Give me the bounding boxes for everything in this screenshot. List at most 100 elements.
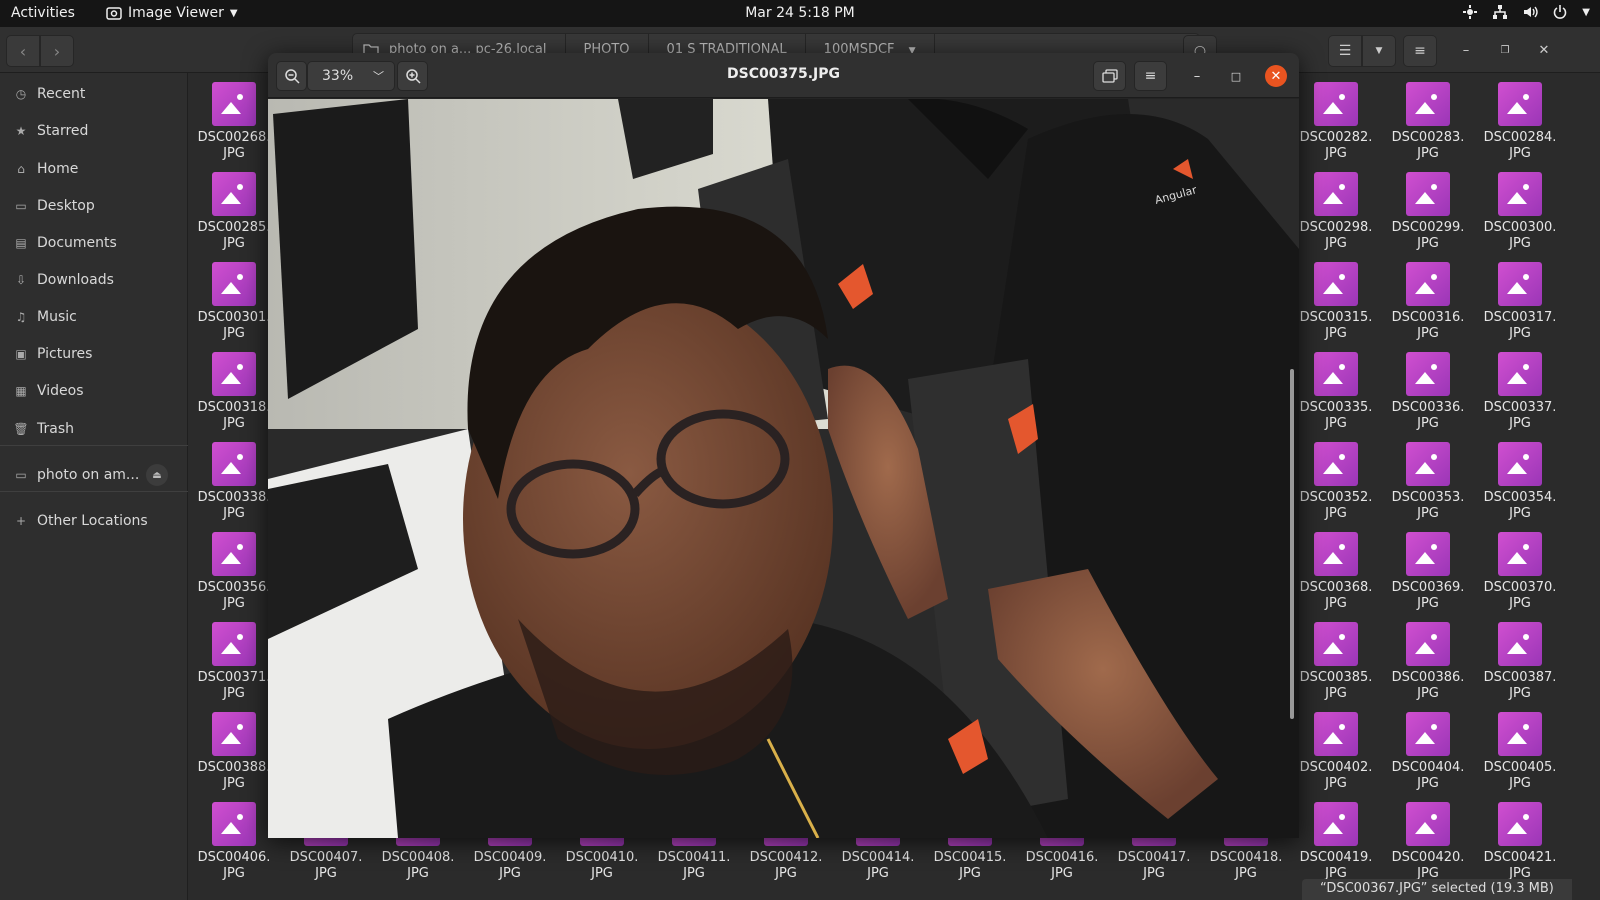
file-item[interactable]: DSC00388. JPG [188, 712, 280, 792]
file-extension: JPG [1509, 146, 1531, 161]
file-item[interactable]: DSC00298. JPG [1290, 172, 1382, 252]
sidebar-item-music[interactable]: ♫ Music [14, 305, 77, 329]
file-item[interactable]: DSC00338. JPG [188, 442, 280, 522]
displayed-photo[interactable]: Angular [268, 99, 1299, 838]
file-item[interactable]: DSC00371. JPG [188, 622, 280, 702]
sidebar-item-downloads[interactable]: ⇩ Downloads [14, 268, 114, 292]
gallery-button[interactable] [1093, 61, 1126, 91]
zoom-in-button[interactable] [397, 61, 428, 91]
file-item[interactable]: DSC00336. JPG [1382, 352, 1474, 432]
file-item[interactable]: DSC00370. JPG [1474, 532, 1566, 612]
viewer-maximize-button[interactable]: □ [1225, 65, 1247, 87]
sidebar: ◷ Recent ★ Starred ⌂ Home ▭ Desktop ▤ Documen… [0, 73, 188, 900]
file-name: DSC00402. [1299, 760, 1373, 775]
list-view-icon: ☰ [1338, 43, 1352, 59]
sidebar-item-home[interactable]: ⌂ Home [14, 157, 78, 181]
file-name: DSC00388. [197, 760, 271, 775]
back-button[interactable]: ‹ [6, 35, 40, 67]
file-item[interactable]: DSC00402. JPG [1290, 712, 1382, 792]
vertical-scrollbar[interactable] [1290, 369, 1294, 719]
file-name: DSC00369. [1391, 580, 1465, 595]
file-item[interactable]: DSC00315. JPG [1290, 262, 1382, 342]
file-item[interactable]: DSC00300. JPG [1474, 172, 1566, 252]
volume-icon[interactable] [1522, 4, 1538, 20]
file-extension: JPG [1417, 686, 1439, 701]
view-options-button[interactable]: ▼ [1362, 35, 1396, 67]
file-item[interactable]: DSC00385. JPG [1290, 622, 1382, 702]
file-item[interactable]: DSC00352. JPG [1290, 442, 1382, 522]
sidebar-item-mount[interactable]: ▭ photo on am... [14, 463, 139, 487]
file-item[interactable]: DSC00368. JPG [1290, 532, 1382, 612]
app-menu[interactable]: Image Viewer ▼ [106, 5, 238, 21]
file-item[interactable]: DSC00386. JPG [1382, 622, 1474, 702]
file-item[interactable]: DSC00284. JPG [1474, 82, 1566, 162]
zoom-level-dropdown[interactable]: 33% ﹀ [307, 61, 395, 91]
file-item[interactable]: DSC00369. JPG [1382, 532, 1474, 612]
file-item[interactable]: DSC00317. JPG [1474, 262, 1566, 342]
settings-icon[interactable] [1462, 4, 1478, 20]
file-name: DSC00408. [381, 850, 455, 865]
power-icon[interactable] [1552, 4, 1568, 20]
eject-button[interactable]: ⏏ [146, 464, 168, 486]
file-item[interactable]: DSC00285. JPG [188, 172, 280, 252]
chevron-down-icon: ▼ [229, 7, 238, 19]
file-item[interactable]: DSC00283. JPG [1382, 82, 1474, 162]
file-extension: JPG [1325, 596, 1347, 611]
file-item[interactable]: DSC00316. JPG [1382, 262, 1474, 342]
minimize-button[interactable]: – [1455, 39, 1477, 61]
main-menu-button[interactable]: ≡ [1403, 35, 1437, 67]
file-item[interactable]: DSC00335. JPG [1290, 352, 1382, 432]
sidebar-item-recent[interactable]: ◷ Recent [14, 82, 86, 106]
chevron-down-icon[interactable]: ▼ [1582, 7, 1590, 18]
file-item[interactable]: DSC00387. JPG [1474, 622, 1566, 702]
file-item[interactable]: DSC00405. JPG [1474, 712, 1566, 792]
image-file-icon [1498, 622, 1542, 666]
network-icon[interactable] [1492, 4, 1508, 20]
minimize-icon: – [1193, 68, 1201, 84]
sidebar-item-desktop[interactable]: ▭ Desktop [14, 194, 94, 218]
maximize-button[interactable]: ❐ [1494, 39, 1516, 61]
sidebar-item-videos[interactable]: ▦ Videos [14, 379, 83, 403]
image-viewer-window: 33% ﹀ DSC00375.JPG ≡ – □ ✕ Angular [268, 53, 1299, 838]
viewer-menu-button[interactable]: ≡ [1134, 61, 1167, 91]
sidebar-item-documents[interactable]: ▤ Documents [14, 231, 117, 255]
sidebar-item-pictures[interactable]: ▣ Pictures [14, 342, 92, 366]
system-tray[interactable]: ▼ [1462, 4, 1590, 20]
image-file-icon [1498, 82, 1542, 126]
file-item[interactable]: DSC00318. JPG [188, 352, 280, 432]
close-button[interactable]: ✕ [1533, 39, 1555, 61]
close-icon: ✕ [1270, 68, 1282, 84]
file-item[interactable]: DSC00419. JPG [1290, 802, 1382, 882]
file-item[interactable]: DSC00301. JPG [188, 262, 280, 342]
desktop-icon: ▭ [15, 199, 27, 213]
file-item[interactable]: DSC00354. JPG [1474, 442, 1566, 522]
activities-button[interactable]: Activities [11, 5, 75, 21]
image-file-icon [1314, 172, 1358, 216]
sidebar-item-trash[interactable]: 🗑 Trash [13, 417, 74, 441]
file-item[interactable]: DSC00282. JPG [1290, 82, 1382, 162]
file-item[interactable]: DSC00337. JPG [1474, 352, 1566, 432]
file-item[interactable]: DSC00268. JPG [188, 82, 280, 162]
file-extension: JPG [683, 866, 705, 881]
file-item[interactable]: DSC00299. JPG [1382, 172, 1474, 252]
file-name: DSC00410. [565, 850, 639, 865]
zoom-out-icon [284, 69, 300, 84]
file-item[interactable]: DSC00404. JPG [1382, 712, 1474, 792]
sidebar-item-starred[interactable]: ★ Starred [14, 119, 89, 143]
file-item[interactable]: DSC00421. JPG [1474, 802, 1566, 882]
file-item[interactable]: DSC00406. JPG [188, 802, 280, 882]
forward-button[interactable]: › [40, 35, 74, 67]
zoom-out-button[interactable] [276, 61, 307, 91]
file-item[interactable]: DSC00356. JPG [188, 532, 280, 612]
file-item[interactable]: DSC00353. JPG [1382, 442, 1474, 522]
file-extension: JPG [1325, 686, 1347, 701]
sidebar-item-other-locations[interactable]: + Other Locations [14, 509, 148, 533]
file-item[interactable]: DSC00420. JPG [1382, 802, 1474, 882]
view-list-button[interactable]: ☰ [1328, 35, 1362, 67]
clock[interactable]: Mar 24 5:18 PM [0, 5, 1600, 21]
file-extension: JPG [1325, 416, 1347, 431]
file-name: DSC00337. [1483, 400, 1557, 415]
viewer-close-button[interactable]: ✕ [1265, 65, 1287, 87]
viewer-minimize-button[interactable]: – [1186, 65, 1208, 87]
selection-status: “DSC00367.JPG” selected (19.3 MB) [1302, 879, 1572, 900]
